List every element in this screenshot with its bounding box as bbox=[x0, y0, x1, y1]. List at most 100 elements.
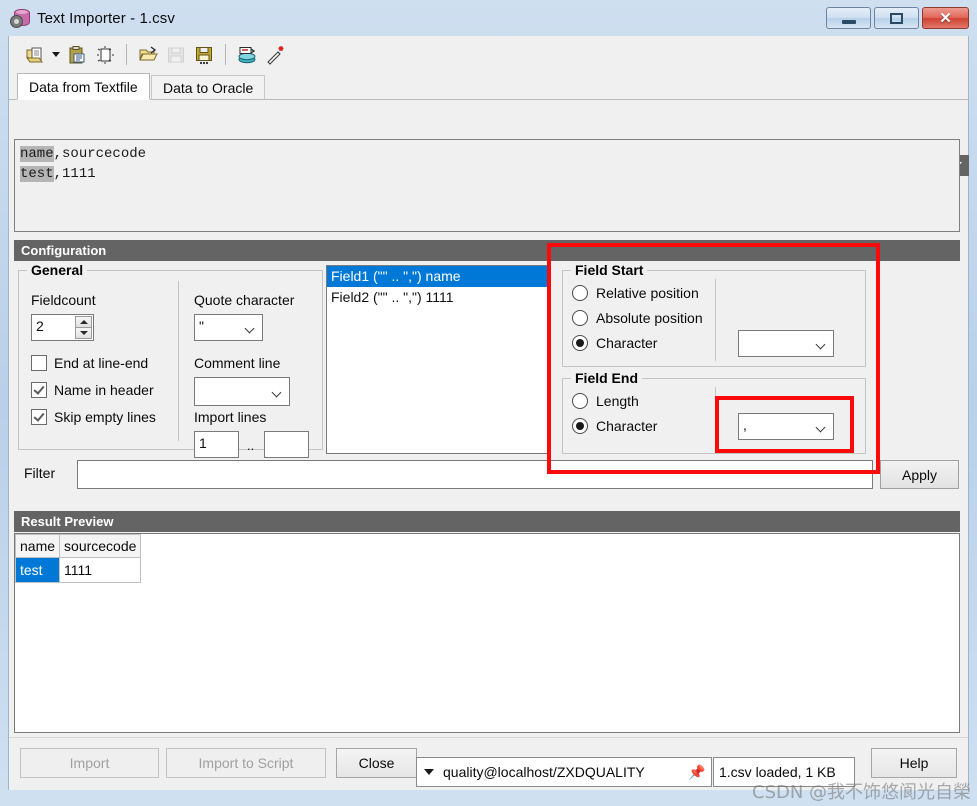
radio-circle bbox=[572, 285, 588, 301]
quote-character-select[interactable]: " bbox=[194, 314, 263, 341]
radio-length[interactable]: Length bbox=[572, 393, 639, 409]
connection-select[interactable]: quality@localhost/ZXDQUALITY 📌 bbox=[416, 757, 712, 787]
fieldcount-increment-icon[interactable] bbox=[75, 316, 92, 327]
table-header-row: name sourcecode bbox=[16, 535, 141, 558]
radio-label: Absolute position bbox=[596, 310, 703, 326]
tab-data-from-textfile[interactable]: Data from Textfile bbox=[17, 73, 150, 100]
table-cell-sourcecode[interactable]: 1111 bbox=[60, 558, 141, 583]
quote-character-value: " bbox=[199, 318, 204, 334]
file-data-field-highlight: name bbox=[20, 146, 54, 162]
field-list[interactable]: Field1 ("" .. ",") name Field2 ("" .. ",… bbox=[326, 265, 548, 454]
file-data-line: test,1111 bbox=[20, 164, 954, 184]
fieldcount-label: Fieldcount bbox=[31, 292, 96, 308]
chevron-down-icon[interactable] bbox=[246, 325, 255, 334]
help-button[interactable]: Help bbox=[871, 748, 957, 778]
import-lines-to-input[interactable] bbox=[264, 431, 309, 458]
import-button[interactable]: Import bbox=[20, 748, 159, 778]
toolbar-separator-1 bbox=[126, 44, 127, 65]
close-button[interactable]: ✕ bbox=[922, 7, 969, 29]
window-controls: ✕ bbox=[826, 7, 969, 29]
checkbox-box bbox=[31, 382, 47, 398]
wizard-wand-icon[interactable] bbox=[261, 41, 289, 69]
close-button-footer[interactable]: Close bbox=[336, 748, 417, 778]
chevron-down-icon[interactable] bbox=[817, 341, 826, 350]
checkbox-end-at-line-end[interactable]: End at line-end bbox=[31, 355, 148, 371]
table-cell-name[interactable]: test bbox=[16, 558, 60, 583]
toolbar bbox=[9, 36, 968, 73]
minimize-icon bbox=[842, 20, 856, 24]
field-start-legend: Field Start bbox=[571, 262, 647, 278]
result-preview-header: Result Preview bbox=[14, 511, 960, 532]
field-list-item[interactable]: Field1 ("" .. ",") name bbox=[327, 266, 547, 287]
field-start-divider bbox=[715, 279, 716, 361]
new-file-icon[interactable] bbox=[91, 41, 119, 69]
radio-field-end-character[interactable]: Character bbox=[572, 418, 657, 434]
column-header-sourcecode[interactable]: sourcecode bbox=[60, 535, 141, 558]
save-as-icon[interactable] bbox=[190, 41, 218, 69]
radio-absolute-position[interactable]: Absolute position bbox=[572, 310, 703, 326]
field-end-character-select[interactable]: , bbox=[738, 413, 834, 440]
title-bar: Text Importer - 1.csv ✕ bbox=[0, 0, 977, 36]
copy-from-dropdown-arrow-icon[interactable] bbox=[49, 41, 63, 69]
database-icon[interactable] bbox=[233, 41, 261, 69]
general-group: General Fieldcount 2 End at line-end Nam… bbox=[18, 270, 323, 450]
radio-label: Character bbox=[596, 418, 657, 434]
radio-circle bbox=[572, 335, 588, 351]
field-list-item[interactable]: Field2 ("" .. ",") 1111 bbox=[327, 287, 547, 308]
apply-button[interactable]: Apply bbox=[880, 460, 959, 489]
column-header-name[interactable]: name bbox=[16, 535, 60, 558]
fieldcount-spinner[interactable] bbox=[75, 316, 92, 339]
maximize-button[interactable] bbox=[874, 7, 919, 29]
table-row[interactable]: test 1111 bbox=[16, 558, 141, 583]
window-title: Text Importer - 1.csv bbox=[37, 10, 175, 27]
checkbox-box bbox=[31, 409, 47, 425]
result-preview-table-container[interactable]: name sourcecode test 1111 bbox=[14, 533, 960, 733]
filter-label: Filter bbox=[24, 465, 55, 481]
comment-line-label: Comment line bbox=[194, 355, 280, 371]
filter-input[interactable] bbox=[77, 460, 873, 489]
fieldcount-decrement-icon[interactable] bbox=[75, 327, 92, 339]
field-end-group: Field End Length Character , bbox=[562, 378, 866, 454]
import-lines-from-value: 1 bbox=[199, 435, 207, 451]
checkbox-label: Name in header bbox=[54, 382, 154, 398]
radio-circle bbox=[572, 393, 588, 409]
radio-label: Character bbox=[596, 335, 657, 351]
open-file-icon[interactable] bbox=[134, 41, 162, 69]
import-to-script-button[interactable]: Import to Script bbox=[166, 748, 326, 778]
maximize-icon bbox=[890, 13, 903, 24]
text-importer-window: Text Importer - 1.csv ✕ bbox=[0, 0, 977, 806]
radio-field-start-character[interactable]: Character bbox=[572, 335, 657, 351]
import-lines-from-input[interactable]: 1 bbox=[194, 431, 239, 458]
save-icon bbox=[162, 41, 190, 69]
configuration-header: Configuration bbox=[14, 240, 960, 261]
tab-strip: Data from Textfile Data to Oracle bbox=[9, 73, 968, 100]
result-preview-table: name sourcecode test 1111 bbox=[15, 534, 141, 583]
chevron-down-icon[interactable] bbox=[273, 389, 282, 398]
database-gear-icon bbox=[10, 8, 30, 28]
dropdown-arrow-icon[interactable] bbox=[424, 769, 434, 775]
fieldcount-stepper[interactable]: 2 bbox=[31, 314, 94, 341]
pin-icon[interactable]: 📌 bbox=[688, 764, 704, 780]
chevron-down-icon[interactable] bbox=[817, 424, 826, 433]
field-start-character-select[interactable] bbox=[738, 330, 834, 357]
field-end-character-value: , bbox=[743, 417, 747, 433]
comment-line-select[interactable] bbox=[194, 377, 290, 406]
checkbox-skip-empty-lines[interactable]: Skip empty lines bbox=[31, 409, 156, 425]
minimize-button[interactable] bbox=[826, 7, 871, 29]
paste-clipboard-icon[interactable] bbox=[63, 41, 91, 69]
import-lines-label: Import lines bbox=[194, 409, 266, 425]
field-end-divider bbox=[715, 387, 716, 449]
copy-from-icon[interactable] bbox=[21, 41, 49, 69]
configuration-title: Configuration bbox=[21, 243, 106, 258]
general-legend: General bbox=[27, 262, 87, 278]
file-data-rest: ,1111 bbox=[54, 166, 96, 182]
field-end-legend: Field End bbox=[571, 370, 642, 386]
checkbox-name-in-header[interactable]: Name in header bbox=[31, 382, 154, 398]
tab-data-to-oracle[interactable]: Data to Oracle bbox=[151, 75, 265, 100]
radio-relative-position[interactable]: Relative position bbox=[572, 285, 699, 301]
checkbox-label: Skip empty lines bbox=[54, 409, 156, 425]
field-start-group: Field Start Relative position Absolute p… bbox=[562, 270, 866, 367]
file-data-textarea[interactable]: name,sourcecode test,1111 bbox=[14, 139, 960, 232]
toolbar-separator-2 bbox=[225, 44, 226, 65]
radio-circle bbox=[572, 310, 588, 326]
